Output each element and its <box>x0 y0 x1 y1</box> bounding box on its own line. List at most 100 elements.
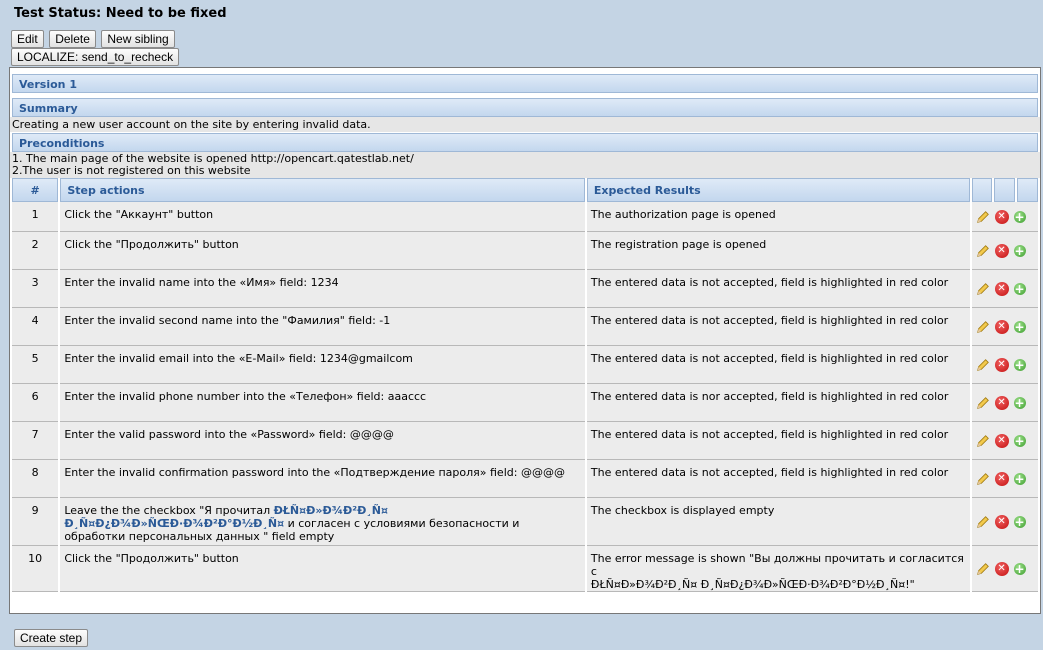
table-row: 2 Click the "Продолжить" button The regist… <box>12 232 1038 270</box>
table-row: 10 Click the "Продолжить" button The error… <box>12 546 1038 592</box>
create-step-button[interactable]: Create step <box>14 629 89 647</box>
table-row: 7 Enter the valid password into the «Pass… <box>12 422 1038 460</box>
step-expected-result: The entered data is not accepted, field … <box>586 422 970 460</box>
delete-icon[interactable]: ✕ <box>994 395 1009 410</box>
delete-icon[interactable]: ✕ <box>994 319 1009 334</box>
delete-icon[interactable]: ✕ <box>994 471 1009 486</box>
step-number: 10 <box>12 546 59 592</box>
precondition-line: 2.The user is not registered on this web… <box>12 164 251 177</box>
table-row: 6 Enter the invalid phone number into the… <box>12 384 1038 422</box>
add-icon[interactable]: + <box>1013 434 1026 447</box>
result-line: ĐŁÑ¤Đ»Đ¾Đ²Đ¸Ñ¤ Đ¸Ñ¤Đ¿Đ¾Đ»ÑŒĐ·Đ¾Đ²Đ°Đ½Đ¸Ñ… <box>590 578 915 591</box>
step-action-text: Leave the the checkbox "Я прочитал <box>64 504 274 517</box>
step-number: 7 <box>12 422 59 460</box>
preconditions-text: 1. The main page of the website is opene… <box>10 152 1040 178</box>
add-icon[interactable]: + <box>1013 282 1026 295</box>
table-row: 4 Enter the invalid second name into the … <box>12 308 1038 346</box>
step-actions-cell: ✕ + <box>971 202 1038 232</box>
step-number: 3 <box>12 270 59 308</box>
step-actions-cell: ✕ + <box>971 498 1038 546</box>
table-row: 1 Click the "Аккаунт" button The authoriza… <box>12 202 1038 232</box>
localize-row: LOCALIZE: send_to_recheck <box>11 48 180 66</box>
delete-icon[interactable]: ✕ <box>994 209 1009 224</box>
step-expected-result: The authorization page is opened <box>586 202 970 232</box>
step-number: 6 <box>12 384 59 422</box>
step-number: 4 <box>12 308 59 346</box>
summary-header: Summary <box>12 98 1038 117</box>
result-line: The error message is shown "Вы должны пр… <box>590 552 964 578</box>
toolbar: Edit Delete New sibling <box>11 30 177 48</box>
add-icon[interactable]: + <box>1013 210 1026 223</box>
step-expected-result: The error message is shown "Вы должны пр… <box>586 546 970 592</box>
add-icon[interactable]: + <box>1013 396 1026 409</box>
step-action: Enter the valid password into the «Passw… <box>60 422 585 460</box>
test-case-panel: Version 1 Summary Creating a new user ac… <box>9 67 1041 614</box>
step-action: Enter the invalid name into the «Имя» fi… <box>60 270 585 308</box>
delete-icon[interactable]: ✕ <box>994 243 1009 258</box>
pencil-icon[interactable] <box>976 210 990 224</box>
table-header-row: # Step actions Expected Results <box>12 178 1038 202</box>
pencil-icon[interactable] <box>976 472 990 486</box>
delete-icon[interactable]: ✕ <box>994 433 1009 448</box>
step-action: Click the "Продолжить" button <box>60 546 585 592</box>
delete-icon[interactable]: ✕ <box>994 281 1009 296</box>
new-sibling-button[interactable]: New sibling <box>101 30 175 48</box>
table-row: 8 Enter the invalid confirmation password… <box>12 460 1038 498</box>
delete-icon[interactable]: ✕ <box>994 357 1009 372</box>
localize-button[interactable]: LOCALIZE: send_to_recheck <box>11 48 180 66</box>
col-delete-header <box>994 178 1016 202</box>
delete-icon[interactable]: ✕ <box>994 514 1009 529</box>
step-actions-cell: ✕ + <box>971 270 1038 308</box>
step-expected-result: The entered data is not accepted, field … <box>586 346 970 384</box>
step-actions-cell: ✕ + <box>971 546 1038 592</box>
create-step-area: Create step <box>14 629 89 647</box>
add-icon[interactable]: + <box>1013 472 1026 485</box>
step-action: Click the "Аккаунт" button <box>60 202 585 232</box>
step-actions-cell: ✕ + <box>971 232 1038 270</box>
pencil-icon[interactable] <box>976 244 990 258</box>
delete-button[interactable]: Delete <box>49 30 96 48</box>
page-title: Test Status: Need to be fixed <box>14 6 227 21</box>
step-actions-cell: ✕ + <box>971 422 1038 460</box>
step-action: Enter the invalid phone number into the … <box>60 384 585 422</box>
step-actions-cell: ✕ + <box>971 308 1038 346</box>
preconditions-header: Preconditions <box>12 133 1038 152</box>
add-icon[interactable]: + <box>1013 320 1026 333</box>
table-row: 9 Leave the the checkbox "Я прочитал ĐŁÑ¤… <box>12 498 1038 546</box>
table-row: 5 Enter the invalid email into the «E-Mai… <box>12 346 1038 384</box>
step-actions-cell: ✕ + <box>971 346 1038 384</box>
summary-text: Creating a new user account on the site … <box>10 117 1040 132</box>
step-action: Enter the invalid confirmation password … <box>60 460 585 498</box>
add-icon[interactable]: + <box>1013 562 1026 575</box>
edit-button[interactable]: Edit <box>11 30 44 48</box>
step-number: 8 <box>12 460 59 498</box>
step-action: Enter the invalid email into the «E-Mail… <box>60 346 585 384</box>
add-icon[interactable]: + <box>1013 358 1026 371</box>
pencil-icon[interactable] <box>976 515 990 529</box>
pencil-icon[interactable] <box>976 434 990 448</box>
step-actions-cell: ✕ + <box>971 460 1038 498</box>
col-edit-header <box>971 178 993 202</box>
step-number: 5 <box>12 346 59 384</box>
col-number-header: # <box>12 178 59 202</box>
steps-table: # Step actions Expected Results 1 Click t… <box>10 178 1040 592</box>
add-icon[interactable]: + <box>1013 244 1026 257</box>
step-number: 9 <box>12 498 59 546</box>
pencil-icon[interactable] <box>976 282 990 296</box>
step-action: Click the "Продолжить" button <box>60 232 585 270</box>
version-header: Version 1 <box>12 74 1038 93</box>
pencil-icon[interactable] <box>976 396 990 410</box>
pencil-icon[interactable] <box>976 562 990 576</box>
table-row: 3 Enter the invalid name into the «Имя» f… <box>12 270 1038 308</box>
steps-body: 1 Click the "Аккаунт" button The authoriza… <box>12 202 1038 592</box>
col-results-header: Expected Results <box>586 178 970 202</box>
add-icon[interactable]: + <box>1013 515 1026 528</box>
step-number: 1 <box>12 202 59 232</box>
step-expected-result: The entered data is not accepted, field … <box>586 460 970 498</box>
step-action: Enter the invalid second name into the "… <box>60 308 585 346</box>
delete-icon[interactable]: ✕ <box>994 561 1009 576</box>
step-expected-result: The registration page is opened <box>586 232 970 270</box>
pencil-icon[interactable] <box>976 358 990 372</box>
step-expected-result: The entered data is not accepted, field … <box>586 270 970 308</box>
pencil-icon[interactable] <box>976 320 990 334</box>
